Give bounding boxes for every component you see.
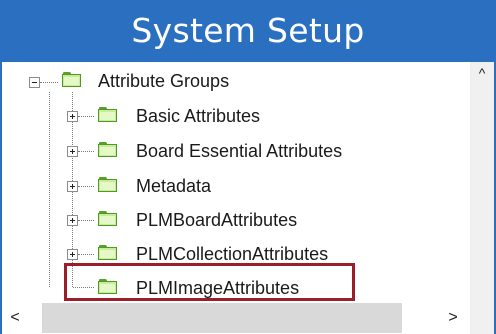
expand-icon[interactable]: [67, 111, 78, 122]
tree-item-board-essential-attributes[interactable]: Board Essential Attributes: [136, 140, 342, 162]
tree-item-plmcollectionattributes[interactable]: PLMCollectionAttributes: [136, 243, 328, 265]
tree-connector: [78, 220, 94, 221]
folder-icon: [98, 245, 118, 261]
scrollbar-corner: [470, 302, 494, 334]
tree-item-plmboardattributes[interactable]: PLMBoardAttributes: [136, 209, 297, 231]
tree-connector: [78, 186, 94, 187]
panel-title: System Setup: [0, 0, 496, 62]
folder-icon: [98, 177, 118, 193]
tree-connector: [49, 92, 50, 287]
expand-icon[interactable]: [67, 215, 78, 226]
folder-icon: [98, 142, 118, 158]
tree-item-metadata[interactable]: Metadata: [136, 175, 211, 197]
scroll-up-icon[interactable]: ^: [470, 62, 494, 84]
horizontal-scrollbar[interactable]: < >: [2, 302, 470, 334]
horizontal-scroll-thumb[interactable]: [42, 303, 402, 333]
folder-icon: [98, 211, 118, 227]
tree-item-basic-attributes[interactable]: Basic Attributes: [136, 105, 260, 127]
tree-connector: [78, 151, 94, 152]
collapse-icon[interactable]: [29, 77, 40, 88]
folder-icon: [98, 107, 118, 123]
expand-icon[interactable]: [67, 181, 78, 192]
expand-icon[interactable]: [67, 146, 78, 157]
vertical-scrollbar[interactable]: ^: [470, 62, 494, 302]
tree-connector: [78, 254, 94, 255]
scroll-right-icon[interactable]: >: [444, 308, 462, 328]
tree-connector: [40, 82, 58, 83]
scroll-left-icon[interactable]: <: [6, 308, 24, 328]
folder-icon: [62, 72, 82, 88]
expand-icon[interactable]: [67, 249, 78, 260]
selection-highlight-box: [64, 263, 355, 301]
tree-connector: [78, 116, 94, 117]
tree-item-attribute-groups[interactable]: Attribute Groups: [98, 70, 229, 92]
